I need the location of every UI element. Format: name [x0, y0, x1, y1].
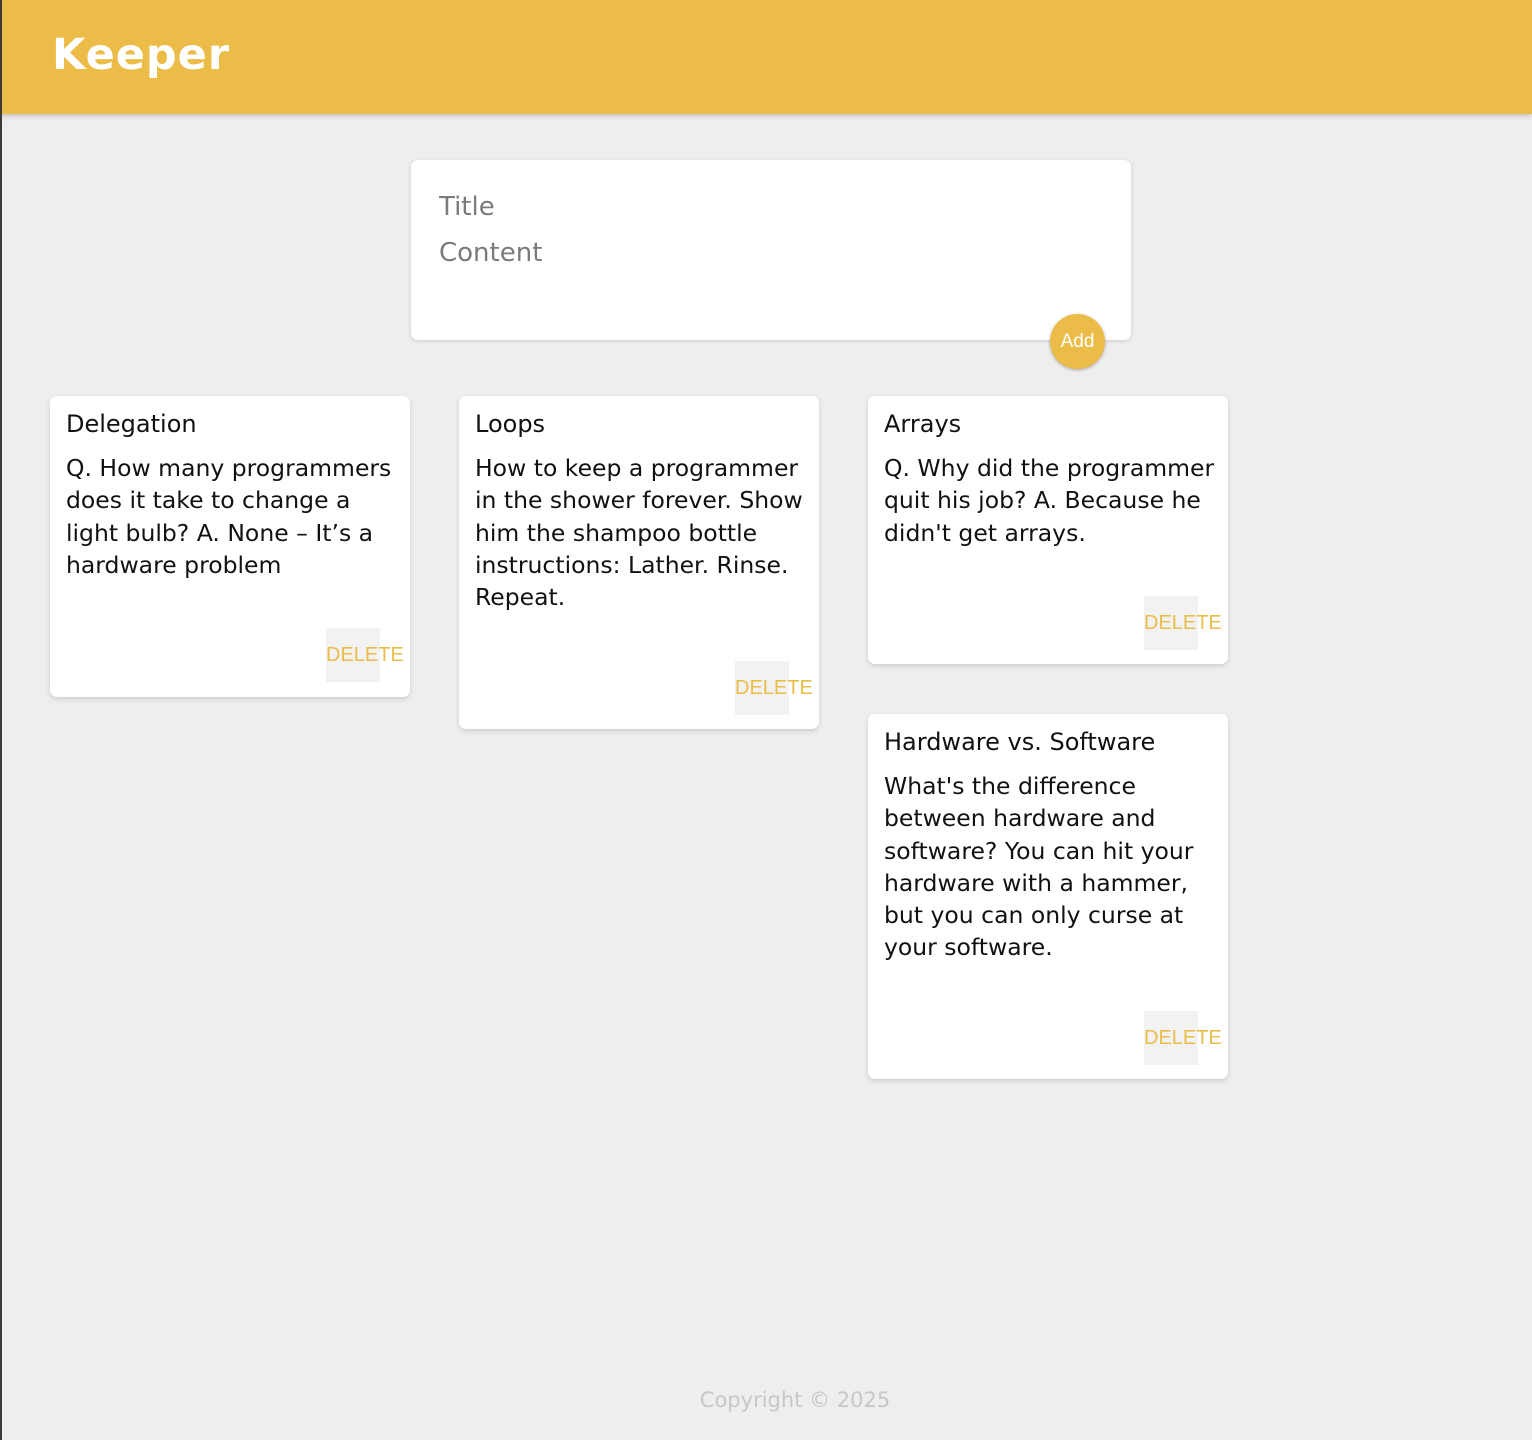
- create-note-form: [411, 160, 1131, 340]
- app-header: Keeper: [0, 0, 1532, 114]
- note-card: Arrays Q. Why did the programmer quit hi…: [868, 396, 1228, 664]
- note-content: Q. Why did the programmer quit his job? …: [884, 454, 1215, 547]
- app-title: Keeper: [52, 30, 231, 80]
- note-title-input[interactable]: [439, 190, 1099, 224]
- note-card: Delegation Q. How many programmers does …: [50, 396, 410, 697]
- note-title: Delegation: [66, 410, 197, 438]
- delete-note-button[interactable]: DELETE: [735, 661, 813, 715]
- window-left-edge: [0, 0, 2, 1440]
- copyright-text: Copyright © 2025: [699, 1388, 891, 1412]
- delete-note-button[interactable]: DELETE: [326, 628, 404, 682]
- delete-note-button[interactable]: DELETE: [1144, 596, 1222, 650]
- note-title: Loops: [475, 410, 546, 438]
- note-card: Hardware vs. Software What's the differe…: [868, 714, 1228, 1079]
- note-title: Hardware vs. Software: [884, 728, 1156, 756]
- note-content: What's the difference between hardware a…: [884, 772, 1194, 962]
- note-content-input[interactable]: [439, 236, 1099, 306]
- note-content: Q. How many programmers does it take to …: [66, 454, 392, 579]
- note-title: Arrays: [884, 410, 962, 438]
- add-note-button[interactable]: Add: [1050, 314, 1105, 369]
- page-footer: Copyright © 2025: [0, 1388, 1532, 1412]
- delete-note-button[interactable]: DELETE: [1144, 1011, 1222, 1065]
- note-card: Loops How to keep a programmer in the sh…: [459, 396, 819, 729]
- note-content: How to keep a programmer in the shower f…: [475, 454, 803, 612]
